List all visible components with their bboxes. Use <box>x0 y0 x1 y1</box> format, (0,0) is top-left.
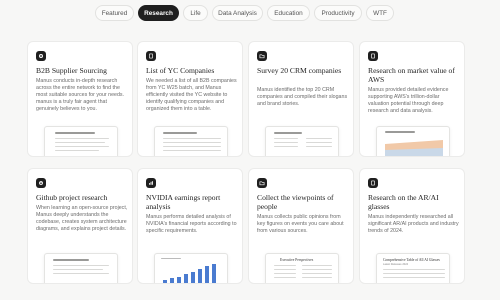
card-title: List of YC Companies <box>146 66 215 75</box>
card-preview-image <box>265 126 339 156</box>
document-icon <box>146 51 156 61</box>
card-description: Manus provided detailed evidence support… <box>368 87 449 114</box>
folder-icon <box>257 51 267 61</box>
card-title: Collect the viewpoints of people <box>257 193 334 212</box>
use-case-card-ar-ai-glasses[interactable]: Research on the AR/AI glasses Manus inde… <box>359 168 465 284</box>
tab-wtf[interactable]: WTF <box>366 5 394 21</box>
preview-title: Comprehensive Table of All AI Glasses <box>383 258 440 262</box>
document-icon <box>368 51 378 61</box>
card-preview-image <box>44 253 118 283</box>
card-title: Survey 20 CRM companies <box>257 66 342 75</box>
tab-research[interactable]: Research <box>138 5 179 21</box>
card-title: Research on market value of AWS <box>368 66 455 85</box>
card-description: Manus collects public opinions from key … <box>257 214 344 234</box>
use-case-card-crm-survey[interactable]: Survey 20 CRM companies Manus identified… <box>248 41 354 157</box>
tab-life[interactable]: Life <box>183 5 208 21</box>
github-icon <box>36 178 46 188</box>
card-preview-image <box>154 126 228 156</box>
card-title: NVIDIA earnings report analysis <box>146 193 221 212</box>
card-preview-image: Comprehensive Table of All AI Glasses La… <box>376 253 450 283</box>
card-title: Research on the AR/AI glasses <box>368 193 439 212</box>
card-preview-image <box>154 253 228 283</box>
card-description: Manus conducts in-depth research across … <box>36 78 125 112</box>
use-case-card-yc-companies[interactable]: List of YC Companies We needed a list of… <box>137 41 243 157</box>
card-title: B2B Supplier Sourcing <box>36 66 107 75</box>
tab-featured[interactable]: Featured <box>95 5 134 21</box>
use-case-card-nvidia-earnings[interactable]: NVIDIA earnings report analysis Manus pe… <box>137 168 243 284</box>
use-case-card-aws-value[interactable]: Research on market value of AWS Manus pr… <box>359 41 465 157</box>
card-description: Manus independently researched all signi… <box>368 214 459 234</box>
use-case-card-collect-viewpoints[interactable]: Collect the viewpoints of people Manus c… <box>248 168 354 284</box>
preview-title: Executive Perspectives <box>280 258 314 262</box>
card-title: Github project research <box>36 193 108 202</box>
document-icon <box>368 178 378 188</box>
gear-icon <box>36 51 46 61</box>
card-description: Manus performs detailed analysis of NVID… <box>146 214 237 234</box>
card-description: We needed a list of all B2B companies fr… <box>146 78 237 112</box>
chart-icon <box>146 178 156 188</box>
card-description: Manus identified the top 20 CRM companie… <box>257 87 348 107</box>
use-case-card-github-research[interactable]: Github project research When learning an… <box>27 168 133 284</box>
preview-subtitle: Latest Releases 2024 <box>383 263 409 266</box>
card-preview-image <box>44 126 118 156</box>
use-case-card-b2b-supplier[interactable]: B2B Supplier Sourcing Manus conducts in-… <box>27 41 133 157</box>
tab-data-analysis[interactable]: Data Analysis <box>212 5 263 21</box>
folder-icon <box>257 178 267 188</box>
card-preview-image: Executive Perspectives <box>265 253 339 283</box>
card-preview-image <box>376 126 450 156</box>
card-description: When learning an open-source project, Ma… <box>36 205 128 232</box>
category-tabs: Featured Research Life Data Analysis Edu… <box>0 5 500 21</box>
tab-productivity[interactable]: Productivity <box>314 5 362 21</box>
tab-education[interactable]: Education <box>267 5 310 21</box>
